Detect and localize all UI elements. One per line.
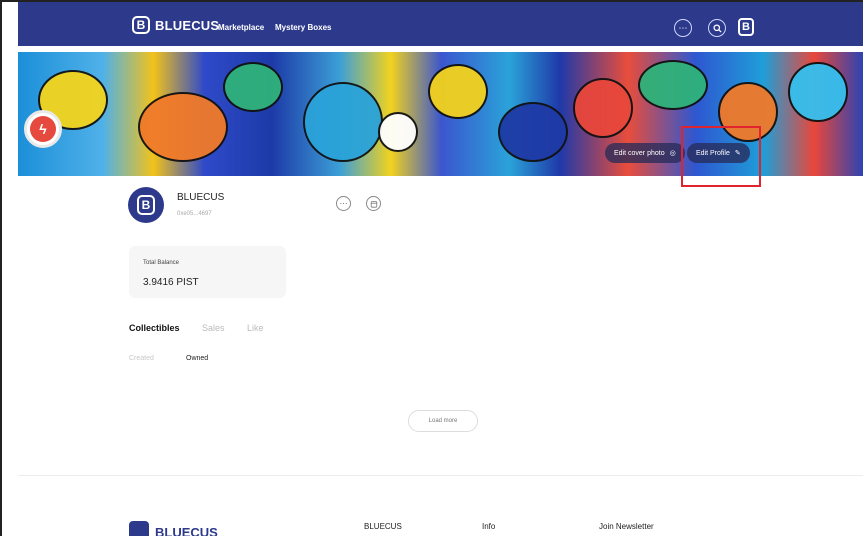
- footer-column-bluecus: BLUECUS: [364, 522, 402, 531]
- subtab-created[interactable]: Created: [129, 355, 154, 362]
- wallet-address[interactable]: 0xe05...4697: [177, 211, 212, 217]
- lightning-icon: ϟ: [30, 116, 56, 142]
- camera-icon: ◎: [669, 150, 676, 157]
- load-more-button[interactable]: Load more: [408, 410, 478, 432]
- brand-logo[interactable]: B BLUECUS: [132, 16, 219, 34]
- cover-art-shape: [638, 60, 708, 110]
- cover-art-shape: [428, 64, 488, 119]
- highlight-box: [681, 126, 761, 187]
- footer-brand-name: BLUECUS: [155, 524, 218, 536]
- avatar: B: [128, 187, 164, 223]
- total-balance-value: 3.9416 PIST: [143, 277, 199, 288]
- cover-art-shape: [138, 92, 228, 162]
- profile-username: BLUECUS: [177, 192, 225, 203]
- cover-art-shape: [788, 62, 848, 122]
- cover-art-shape: [378, 112, 418, 152]
- calendar-icon[interactable]: [366, 196, 381, 211]
- tab-like[interactable]: Like: [247, 323, 264, 333]
- footer-logo-icon: [129, 521, 149, 536]
- footer-brand-logo[interactable]: BLUECUS: [129, 521, 218, 536]
- avatar-logo-icon: B: [137, 195, 155, 215]
- top-navigation-bar: B BLUECUS: [18, 2, 863, 52]
- tab-sales[interactable]: Sales: [202, 323, 225, 333]
- edit-cover-photo-label: Edit cover photo: [614, 149, 665, 157]
- total-balance-card: Total Balance 3.9416 PIST: [129, 246, 286, 298]
- nav-mystery-boxes[interactable]: Mystery Boxes: [275, 23, 331, 32]
- more-icon[interactable]: ⋯: [674, 19, 692, 37]
- more-options-icon[interactable]: ⋯: [336, 196, 351, 211]
- page-frame: B BLUECUS Marketplace Mystery Boxes ⋯ B …: [0, 0, 863, 536]
- cover-art-shape: [303, 82, 383, 162]
- badge-lightning-icon: ϟ: [24, 110, 62, 148]
- cover-art-shape: [223, 62, 283, 112]
- cover-art-shape: [573, 78, 633, 138]
- cover-art-shape: [498, 102, 568, 162]
- footer-column-newsletter: Join Newsletter: [599, 522, 654, 531]
- account-logo-icon[interactable]: B: [738, 18, 754, 36]
- tab-collectibles[interactable]: Collectibles: [129, 323, 180, 333]
- footer-column-info: Info: [482, 522, 496, 531]
- search-icon[interactable]: [708, 19, 726, 37]
- footer-divider: [18, 475, 863, 476]
- brand-name: BLUECUS: [155, 17, 220, 33]
- total-balance-label: Total Balance: [143, 260, 180, 266]
- brand-mark-icon: B: [132, 16, 150, 34]
- nav-marketplace[interactable]: Marketplace: [218, 23, 264, 32]
- subtab-owned[interactable]: Owned: [186, 355, 208, 362]
- edit-cover-photo-button[interactable]: Edit cover photo ◎: [605, 143, 685, 163]
